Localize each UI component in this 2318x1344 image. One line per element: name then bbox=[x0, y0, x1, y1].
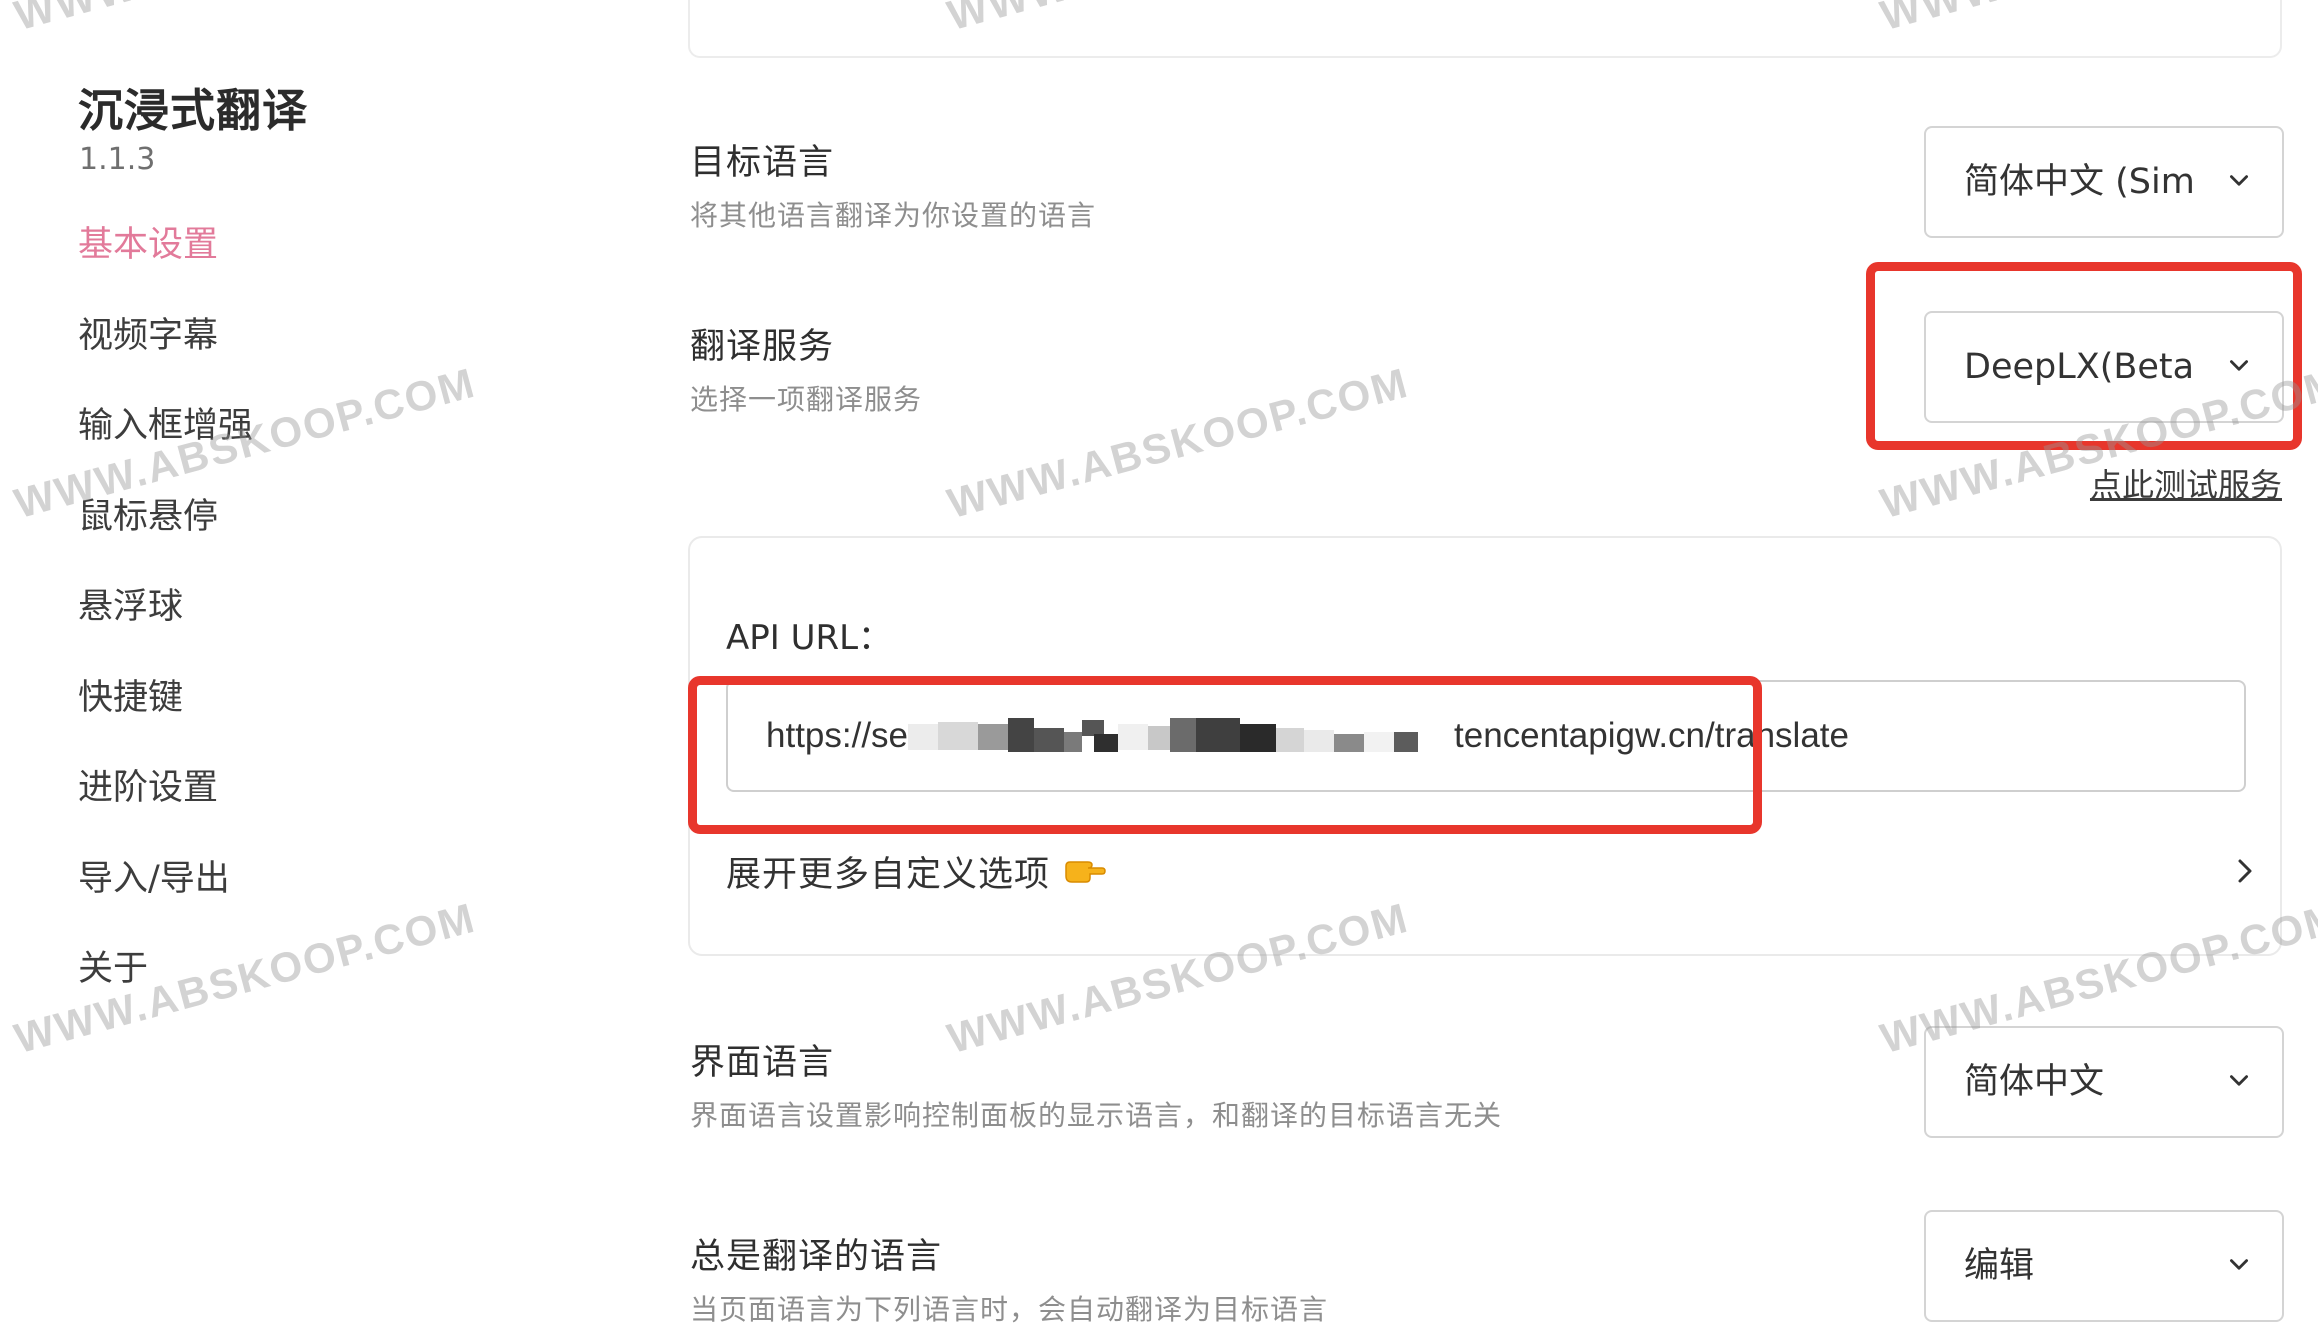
expand-more-options[interactable]: 展开更多自定义选项 bbox=[726, 838, 2256, 902]
always-translate-label: 总是翻译的语言 bbox=[690, 1237, 943, 1277]
translation-service-value: DeepLX(Beta) bbox=[1964, 347, 2196, 387]
expand-more-options-label: 展开更多自定义选项 bbox=[726, 855, 1051, 895]
chevron-down-icon bbox=[2230, 1075, 2248, 1086]
target-language-description: 将其他语言翻译为你设置的语言 bbox=[690, 199, 1097, 232]
ui-language-description: 界面语言设置影响控制面板的显示语言，和翻译的目标语言无关 bbox=[690, 1099, 1503, 1132]
settings-panel: 目标语言 将其他语言翻译为你设置的语言 简体中文 (Simp 翻译服务 选择一项… bbox=[600, 0, 2318, 1344]
chevron-down-icon bbox=[2230, 1259, 2248, 1270]
sidebar-item-input-enhance[interactable]: 输入框增强 bbox=[78, 399, 253, 490]
target-language-value: 简体中文 (Simp bbox=[1964, 162, 2196, 202]
sidebar-item-video-subtitles[interactable]: 视频字幕 bbox=[78, 309, 253, 400]
chevron-down-icon bbox=[2230, 175, 2248, 186]
translation-service-select[interactable]: DeepLX(Beta) bbox=[1924, 311, 2284, 423]
previous-card bbox=[688, 0, 2282, 58]
sidebar-item-advanced-settings[interactable]: 进阶设置 bbox=[78, 761, 253, 852]
ui-language-value: 简体中文 bbox=[1964, 1062, 2105, 1102]
sidebar-item-import-export[interactable]: 导入/导出 bbox=[78, 852, 253, 943]
sidebar-item-mouse-hover[interactable]: 鼠标悬停 bbox=[78, 490, 253, 581]
sidebar-nav: 基本设置 视频字幕 输入框增强 鼠标悬停 悬浮球 快捷键 进阶设置 导入/导出 … bbox=[78, 218, 253, 1033]
sidebar-item-basic-settings[interactable]: 基本设置 bbox=[78, 218, 253, 309]
target-language-select[interactable]: 简体中文 (Simp bbox=[1924, 126, 2284, 238]
translation-service-label: 翻译服务 bbox=[690, 327, 835, 367]
sidebar-item-shortcuts[interactable]: 快捷键 bbox=[78, 671, 253, 762]
api-url-label: API URL： bbox=[726, 618, 893, 658]
sidebar-item-floating-ball[interactable]: 悬浮球 bbox=[78, 580, 253, 671]
app-version: 1.1.3 bbox=[79, 142, 156, 177]
sidebar-item-about[interactable]: 关于 bbox=[78, 942, 253, 1033]
test-service-link[interactable]: 点此测试服务 bbox=[2090, 460, 2282, 506]
ui-language-select[interactable]: 简体中文 bbox=[1924, 1026, 2284, 1138]
always-translate-value: 编辑 bbox=[1964, 1246, 2035, 1286]
always-translate-description: 当页面语言为下列语言时，会自动翻译为目标语言 bbox=[690, 1293, 1329, 1326]
api-url-suffix: tencentapigw.cn/translate bbox=[1454, 716, 1849, 755]
ui-language-label: 界面语言 bbox=[690, 1043, 835, 1083]
chevron-right-icon bbox=[2238, 859, 2252, 883]
sidebar: 沉浸式翻译 1.1.3 基本设置 视频字幕 输入框增强 鼠标悬停 悬浮球 快捷键… bbox=[0, 0, 600, 1344]
app-title: 沉浸式翻译 bbox=[78, 84, 309, 137]
pointing-hand-icon bbox=[1065, 861, 1106, 883]
chevron-down-icon bbox=[2230, 360, 2248, 371]
redacted-url-blur bbox=[908, 718, 1418, 752]
translation-service-description: 选择一项翻译服务 bbox=[690, 383, 923, 416]
api-config-card: API URL： https://serv tencentapigw.cn/tr… bbox=[688, 536, 2282, 956]
target-language-label: 目标语言 bbox=[690, 143, 835, 183]
always-translate-select[interactable]: 编辑 bbox=[1924, 1210, 2284, 1322]
